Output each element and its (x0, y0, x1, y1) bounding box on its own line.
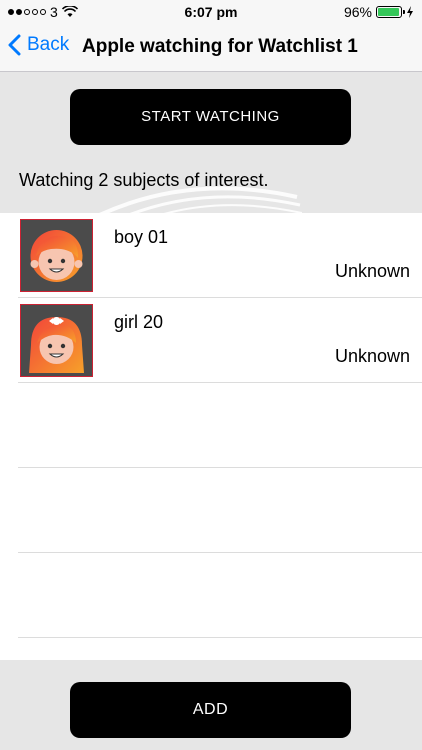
page-title: Apple watching for Watchlist 1 (82, 36, 358, 57)
watch-controls-panel: START WATCHING Watching 2 subjects of in… (0, 72, 422, 213)
charging-icon (407, 6, 413, 18)
chevron-left-icon (8, 34, 21, 56)
status-bar: 3 6:07 pm 96% (0, 0, 422, 24)
bottom-toolbar: ADD (0, 660, 422, 750)
watching-summary: Watching 2 subjects of interest. (19, 170, 269, 190)
subject-name: boy 01 (114, 227, 169, 247)
subject-status: Unknown (334, 346, 410, 366)
boy-avatar-icon (20, 219, 93, 292)
navigation-bar: Back Apple watching for Watchlist 1 (0, 24, 422, 72)
subject-list[interactable]: boy 01 Unknown girl 20 Unknown (0, 213, 422, 660)
empty-row (18, 468, 422, 553)
back-label: Back (27, 34, 70, 55)
battery-percent: 96% (343, 4, 372, 20)
empty-row (18, 553, 422, 638)
battery-icon (376, 6, 405, 18)
list-item[interactable]: girl 20 Unknown (18, 298, 422, 383)
list-item[interactable]: boy 01 Unknown (18, 213, 422, 298)
add-button[interactable]: ADD (70, 682, 351, 738)
empty-row (18, 383, 422, 468)
start-watching-button[interactable]: START WATCHING (70, 89, 351, 145)
subject-name: girl 20 (114, 312, 164, 332)
subject-status: Unknown (334, 261, 410, 281)
back-button[interactable]: Back (8, 34, 69, 56)
girl-avatar-icon (20, 304, 93, 377)
